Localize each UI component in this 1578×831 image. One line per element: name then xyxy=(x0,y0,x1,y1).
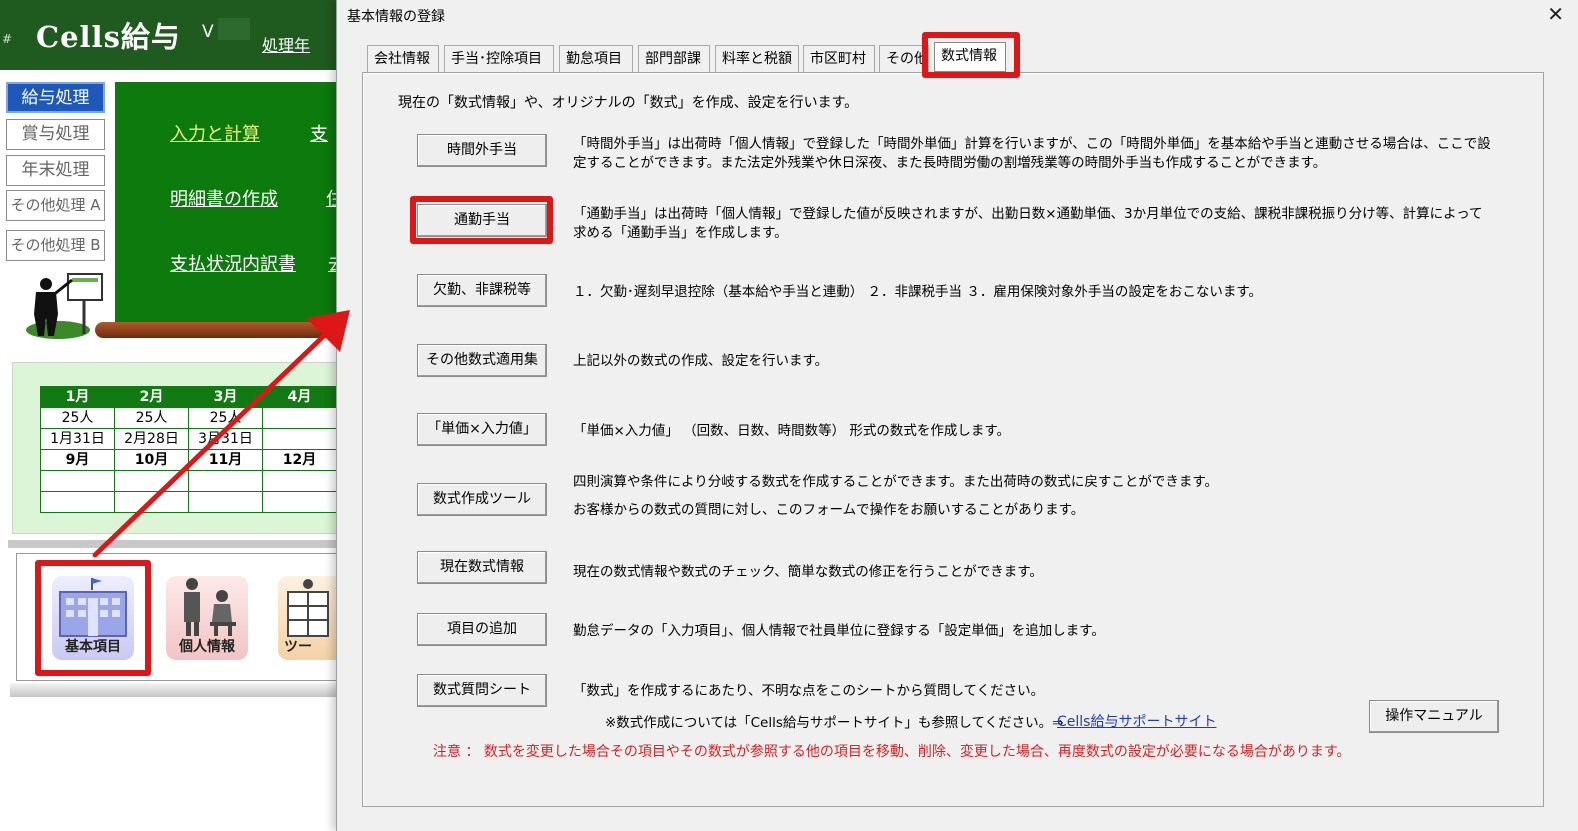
close-icon[interactable]: ✕ xyxy=(1547,2,1564,26)
table-cell: 1月 xyxy=(40,386,115,408)
tools-label: ツー xyxy=(284,639,312,655)
overtime-description: 「時間外手当」は出荷時「個人情報」で登録した「時間外単価」計算を行いますが、この… xyxy=(573,136,1491,171)
commute-button[interactable]: 通勤手当 xyxy=(417,204,547,237)
unit-price-input-description: 「単価×入力値」 （回数、日数、時間数等） 形式の数式を作成します。 xyxy=(573,423,1011,439)
table-cell: 2月 xyxy=(114,386,189,408)
absence-nontax-description: １．欠勤･遅刻早退控除（基本給や手当と連動） ２．非課税手当 ３．雇用保険対象外… xyxy=(573,284,1262,300)
table-row xyxy=(40,470,337,492)
tab-formula-info[interactable]: 数式情報 xyxy=(934,42,1006,72)
table-cell xyxy=(262,407,337,429)
app-header: # Cells給与 V 処理年 xyxy=(0,0,340,70)
table-row: 9月 10月 11月 12月 xyxy=(40,449,337,471)
tab-municipality[interactable]: 市区町村 xyxy=(803,45,875,72)
table-cell: 4月 xyxy=(262,386,337,408)
presenter-icon xyxy=(26,273,103,339)
hash-mark: # xyxy=(2,32,13,46)
formula-tool-description: 四則演算や条件により分岐する数式を作成することができます。また出荷時の数式に戻す… xyxy=(573,474,1219,490)
manual-button[interactable]: 操作マニュアル xyxy=(1369,700,1499,733)
tab-allowance[interactable]: 手当･控除項目 xyxy=(444,45,554,72)
table-cell: 25人 xyxy=(114,407,189,429)
table-cell: 25人 xyxy=(40,407,115,429)
table-cell: 12月 xyxy=(262,449,337,471)
table-cell: 9月 xyxy=(40,449,115,471)
people-icon xyxy=(184,578,236,636)
app-title: Cells給与 xyxy=(36,20,181,54)
app-version: V xyxy=(202,22,214,42)
table-cell xyxy=(114,491,189,513)
table-cell xyxy=(262,470,337,492)
absence-nontax-button[interactable]: 欠勤、非課税等 xyxy=(417,274,547,307)
table-cell: 10月 xyxy=(114,449,189,471)
basic-items-label: 基本項目 xyxy=(65,639,121,655)
menu-statement[interactable]: 明細書の作成 xyxy=(170,185,278,211)
current-formula-description: 現在の数式情報や数式のチェック、簡単な数式の修正を行うことができます。 xyxy=(573,564,1043,580)
table-cell xyxy=(114,470,189,492)
dialog-window: 基本情報の登録 ✕ 会社情報 手当･控除項目 勤怠項目 部門部課 料率と税額 市… xyxy=(336,0,1578,831)
building-icon xyxy=(59,578,127,637)
add-item-description: 勤怠データの「入力項目」、個人情報で社員単位に登録する「設定単価」を追加します。 xyxy=(573,623,1105,639)
add-item-button[interactable]: 項目の追加 xyxy=(417,613,547,646)
menu-input-calc[interactable]: 入力と計算 xyxy=(170,120,260,146)
tab-attendance[interactable]: 勤怠項目 xyxy=(559,45,633,72)
formula-tool-button[interactable]: 数式作成ツール xyxy=(417,483,547,516)
table-cell: 25人 xyxy=(188,407,263,429)
table-cell xyxy=(40,491,115,513)
table-cell xyxy=(188,491,263,513)
support-site-link[interactable]: Cells給与サポートサイト xyxy=(1057,711,1216,731)
warning-text: 注意 ： 数式を変更した場合その項目やその数式が参照する他の項目を移動、削除、変… xyxy=(433,744,1351,760)
tab-department[interactable]: 部門部課 xyxy=(638,45,710,72)
table-row: 25人 25人 25人 xyxy=(40,407,337,429)
personal-info-label: 個人情報 xyxy=(179,639,235,655)
divider xyxy=(10,683,340,697)
dialog-title: 基本情報の登録 xyxy=(347,9,445,25)
formula-question-button[interactable]: 数式質問シート xyxy=(417,674,547,707)
brown-bar xyxy=(95,322,340,338)
current-formula-button[interactable]: 現在数式情報 xyxy=(417,551,547,584)
overtime-button[interactable]: 時間外手当 xyxy=(417,134,547,167)
intro-text: 現在の「数式情報」や、オリジナルの「数式」を作成、設定を行います。 xyxy=(398,95,859,111)
formula-question-description: 「数式」を作成するにあたり、不明な点をこのシートから質問してください。 xyxy=(573,683,1045,699)
side-button-other-a[interactable]: その他処理 A xyxy=(6,190,105,221)
table-cell: 3月 xyxy=(188,386,263,408)
table-cell: 3月31日 xyxy=(188,428,263,450)
divider xyxy=(8,540,340,548)
table-cell xyxy=(40,470,115,492)
other-formulas-button[interactable]: その他数式適用集 xyxy=(417,344,547,377)
table-cell: 11月 xyxy=(188,449,263,471)
table-cell xyxy=(188,470,263,492)
tools-icon xyxy=(287,579,329,637)
menu-partial-1[interactable]: 支 xyxy=(310,120,328,146)
table-row: 1月31日 2月28日 3月31日 xyxy=(40,428,337,450)
unit-price-input-button[interactable]: 「単価×入力値」 xyxy=(417,413,547,446)
other-formulas-description: 上記以外の数式の作成、設定を行います。 xyxy=(573,353,829,369)
commute-description: 「通勤手当」は出荷時「個人情報」で登録した値が反映されますが、出勤日数×通勤単価… xyxy=(573,206,1483,241)
side-button-year-end[interactable]: 年末処理 xyxy=(6,155,105,186)
tab-other[interactable]: その他 xyxy=(879,45,929,72)
table-row: 1月 2月 3月 4月 xyxy=(40,386,337,408)
calendar-table: 1月 2月 3月 4月 25人 25人 25人 1月31日 2月28日 3月31… xyxy=(40,386,337,513)
menu-payment-breakdown[interactable]: 支払状況内訳書 xyxy=(170,250,296,276)
side-button-payroll[interactable]: 給与処理 xyxy=(6,82,105,113)
table-row xyxy=(40,491,337,513)
basic-items-button[interactable]: 基本項目 xyxy=(52,576,134,660)
tools-button[interactable]: ツー xyxy=(278,576,340,660)
table-cell xyxy=(262,428,337,450)
table-cell: 2月28日 xyxy=(114,428,189,450)
table-cell: 1月31日 xyxy=(40,428,115,450)
screen: # Cells給与 V 処理年 給与処理 賞与処理 年末処理 その他処理 A そ… xyxy=(0,0,1578,831)
side-button-bonus[interactable]: 賞与処理 xyxy=(6,119,105,150)
personal-info-button[interactable]: 個人情報 xyxy=(166,576,248,660)
side-button-other-b[interactable]: その他処理 B xyxy=(6,230,105,261)
tab-company[interactable]: 会社情報 xyxy=(367,45,439,72)
support-note: ※数式作成については「Cells給与サポートサイト」も参照してください。⇒ xyxy=(605,715,1064,731)
year-link[interactable]: 処理年 xyxy=(262,32,310,56)
tab-rates[interactable]: 料率と税額 xyxy=(715,45,799,72)
table-cell xyxy=(262,491,337,513)
formula-tool-note: お客様からの数式の質問に対し、このフォームで操作をお願いすることがあります。 xyxy=(573,502,1085,518)
version-blur xyxy=(218,18,250,40)
